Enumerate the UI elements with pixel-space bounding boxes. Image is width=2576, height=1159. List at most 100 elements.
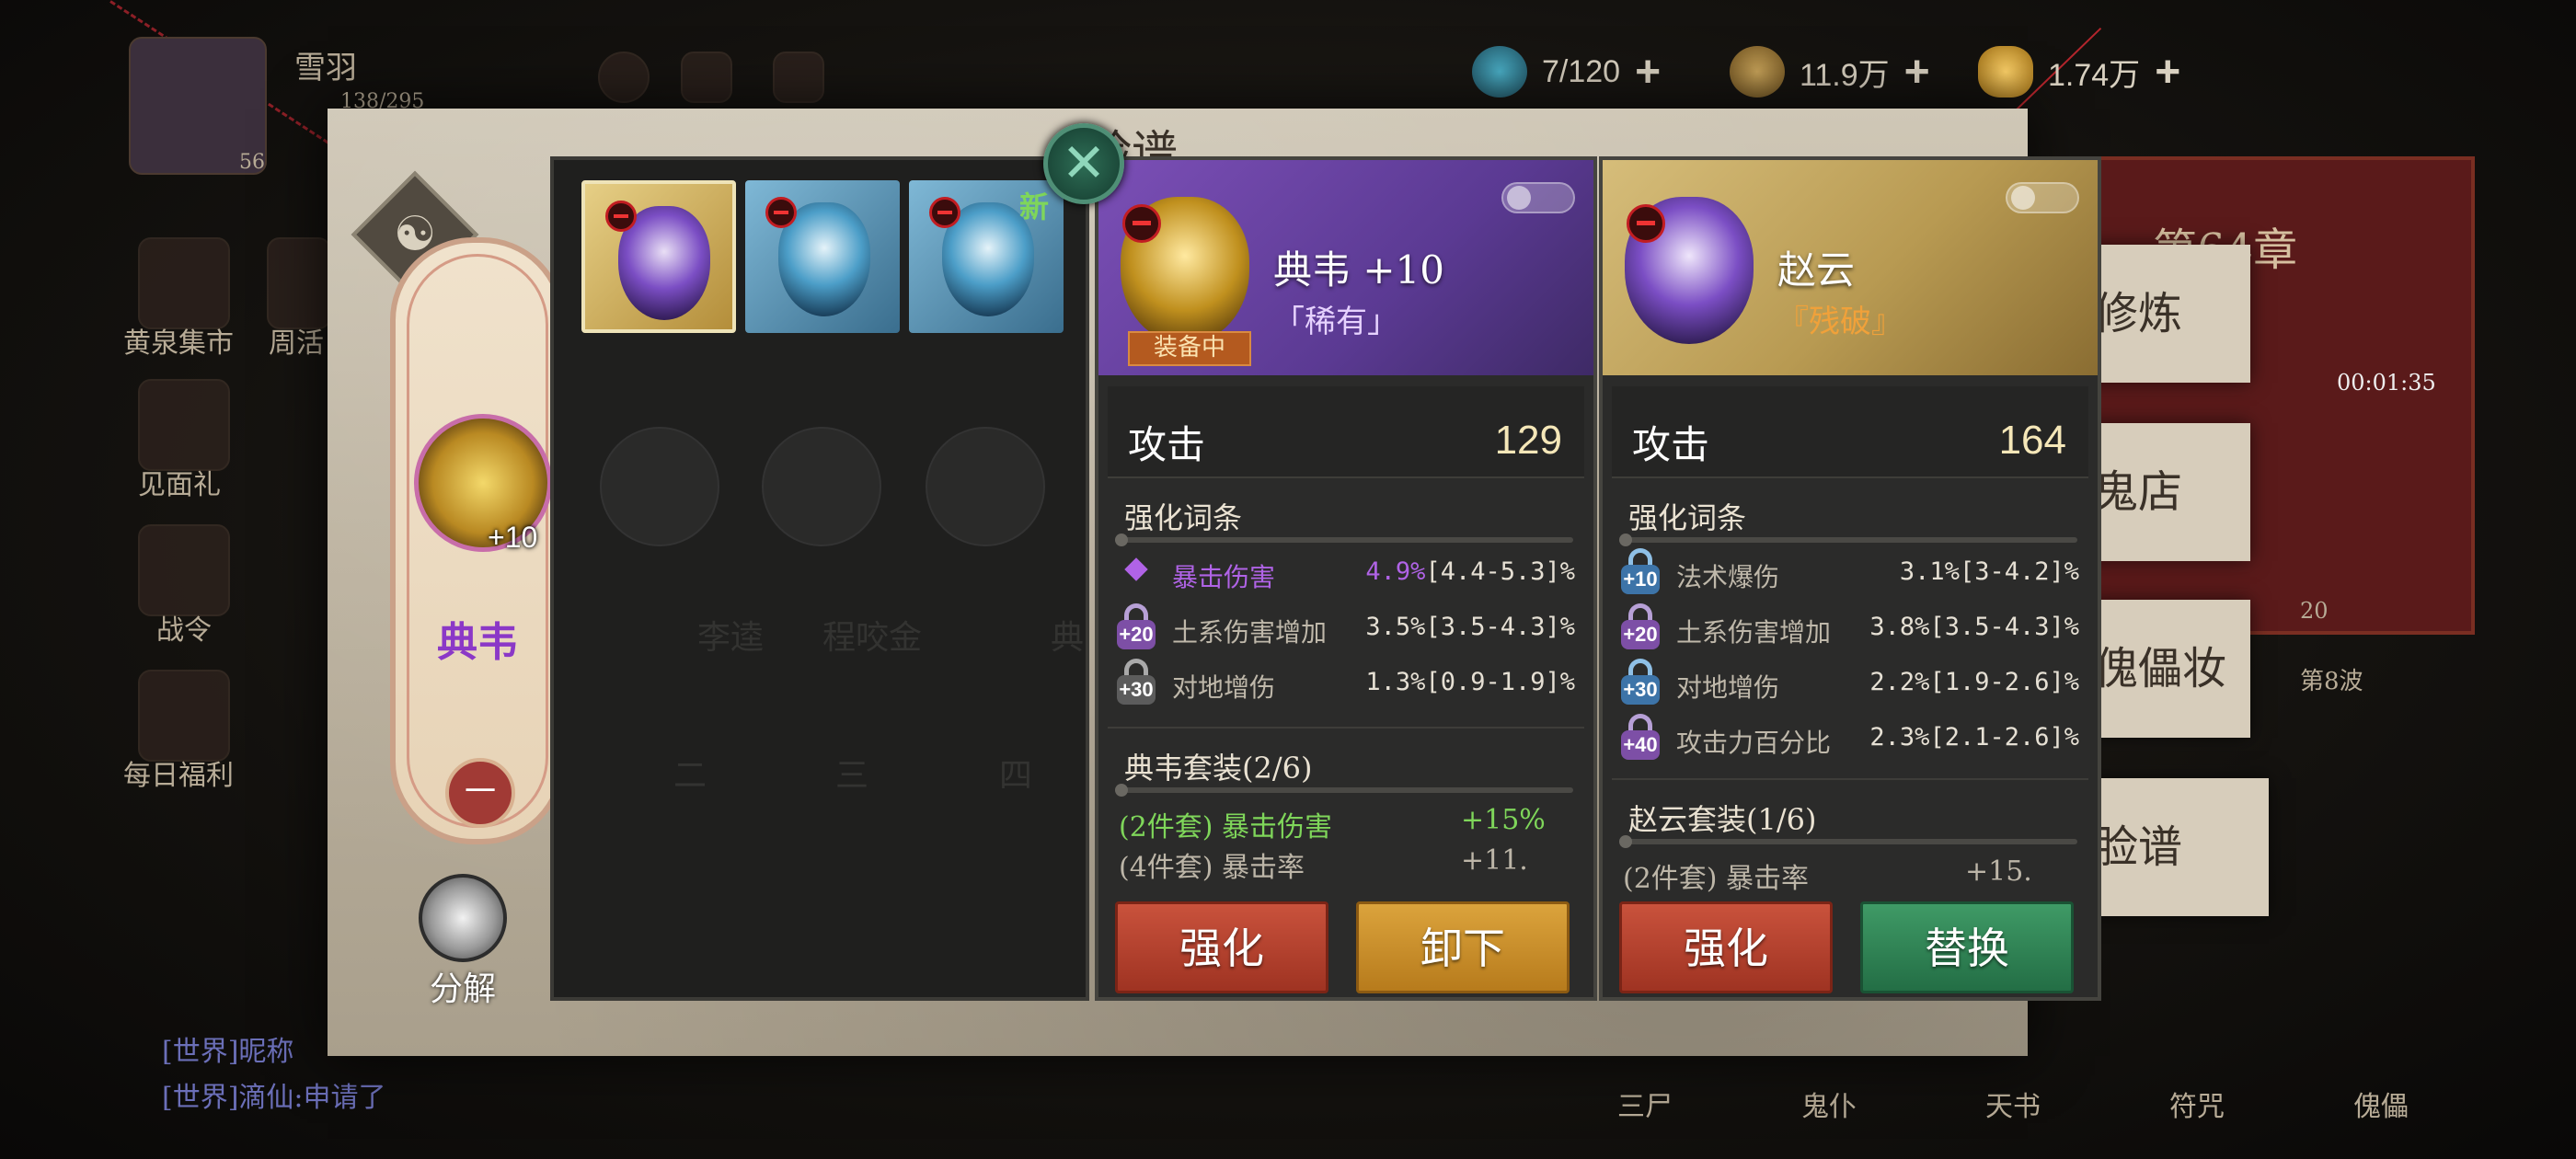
affix-name: 对地增伤 bbox=[1676, 672, 1780, 703]
enhance-button[interactable]: 强化 bbox=[1619, 901, 1833, 993]
equipped-mask-name: 典韦 +10 bbox=[1273, 247, 1444, 293]
ranking-icon[interactable] bbox=[681, 52, 732, 103]
battle-pass-icon[interactable] bbox=[138, 524, 230, 616]
gold-value: 1.74万 bbox=[2048, 57, 2141, 93]
affix-value: 3.5%[3.5-4.3]% bbox=[1365, 613, 1575, 641]
attack-label: 攻击 bbox=[1632, 422, 1710, 467]
bag-icon[interactable] bbox=[598, 52, 650, 103]
coin-resource: 11.9万 + bbox=[1730, 46, 1930, 98]
equipped-mask-card: 装备中 典韦 +10 「稀有」 攻击 129 强化词条 暴击伤害 4.9%[4.… bbox=[1095, 156, 1597, 1001]
affix-name: 土系伤害增加 bbox=[1676, 617, 1832, 648]
empty-mask-slot bbox=[926, 427, 1045, 546]
set-title: 典韦套装(2/6) bbox=[1124, 751, 1313, 786]
left-menu-battle-pass[interactable]: 战令 bbox=[156, 607, 212, 648]
slot-marker-icon bbox=[929, 197, 960, 228]
affix-range: [3.5-4.3]% bbox=[1425, 613, 1575, 641]
chapter-wave: 第8波 bbox=[2300, 668, 2363, 695]
bottom-nav-ghost-servant[interactable]: 鬼仆 bbox=[1801, 1084, 1857, 1124]
section-divider bbox=[1115, 534, 1573, 546]
set-bonus-line: (2件套) 暴击伤害 +15% bbox=[1119, 804, 1560, 844]
enhance-button[interactable]: 强化 bbox=[1115, 901, 1328, 993]
white-mask-icon bbox=[419, 874, 507, 962]
chat-line[interactable]: [世界]昵称 bbox=[162, 1028, 293, 1069]
card-header: 装备中 典韦 +10 「稀有」 bbox=[1098, 160, 1593, 375]
card-header: 赵云 『残破』 bbox=[1603, 160, 2098, 375]
affix-value: 2.2%[1.9-2.6]% bbox=[1869, 668, 2079, 696]
affix-value: 2.3%[2.1-2.6]% bbox=[1869, 723, 2079, 752]
market-icon[interactable] bbox=[138, 237, 230, 329]
left-menu-weekly[interactable]: 周活 bbox=[269, 320, 324, 361]
affix-name: 法术爆伤 bbox=[1676, 562, 1780, 592]
left-menu-daily-welfare[interactable]: 每日福利 bbox=[123, 752, 234, 793]
section-divider bbox=[1619, 534, 2077, 546]
lock-icon: +20 bbox=[1619, 603, 1662, 651]
affix-range: [4.4-5.3]% bbox=[1425, 557, 1575, 586]
slot-marker-icon bbox=[1122, 204, 1161, 243]
left-menu-gift[interactable]: 见面礼 bbox=[138, 462, 221, 502]
ghost-name: 典 bbox=[1051, 619, 1085, 657]
lock-icon: +30 bbox=[1619, 659, 1662, 706]
chat-line[interactable]: [世界]滴仙:申请了 bbox=[162, 1074, 386, 1115]
coin-value: 11.9万 bbox=[1800, 57, 1890, 93]
bottom-nav-heaven-book[interactable]: 天书 bbox=[1985, 1084, 2041, 1124]
chapter-timer: 00:01:35 bbox=[2337, 370, 2436, 396]
ghost-name: 程咬金 bbox=[822, 619, 923, 657]
equipped-mask-rarity: 「稀有」 bbox=[1273, 304, 1398, 340]
lock-level: +20 bbox=[1621, 620, 1660, 649]
affix-value: 4.9%[4.4-5.3]% bbox=[1365, 557, 1575, 586]
decompose-button[interactable]: 分解 bbox=[412, 874, 513, 1010]
mask-inventory-grid[interactable]: 李逵 程咬金 典 二 三 四 bbox=[550, 156, 1089, 1001]
attack-label: 攻击 bbox=[1128, 422, 1206, 467]
new-item-tag: 新 bbox=[1019, 189, 1050, 224]
lock-toggle[interactable] bbox=[1501, 182, 1575, 213]
affix-current: 1.3% bbox=[1365, 668, 1426, 696]
lock-icon: +10 bbox=[1619, 548, 1662, 596]
daily-welfare-icon[interactable] bbox=[138, 670, 230, 762]
bottom-nav-talisman[interactable]: 符咒 bbox=[2169, 1084, 2225, 1124]
affix-range: [3-4.2]% bbox=[1959, 557, 2079, 586]
lock-level: +10 bbox=[1621, 565, 1660, 594]
unequip-button[interactable]: 卸下 bbox=[1356, 901, 1570, 993]
stamina-value: 7/120 bbox=[1542, 53, 1621, 89]
mask-slot-scroll[interactable]: +10 典韦 一 bbox=[390, 237, 565, 844]
set-bonus-label: (2件套) 暴击率 bbox=[1623, 863, 1810, 895]
inventory-mask-dianwei[interactable] bbox=[581, 180, 736, 333]
set-bonus-amount: +15. bbox=[1965, 855, 2032, 888]
affix-range: [0.9-1.9]% bbox=[1425, 668, 1575, 696]
menu-icon[interactable] bbox=[773, 52, 824, 103]
slot-marker-icon bbox=[1627, 204, 1665, 243]
affix-current: 3.8% bbox=[1869, 613, 1930, 641]
equipped-status-badge: 装备中 bbox=[1128, 331, 1251, 366]
diamond-icon bbox=[1124, 557, 1148, 581]
add-stamina-button[interactable]: + bbox=[1635, 47, 1661, 98]
attack-value: 164 bbox=[1998, 418, 2066, 463]
lock-level: +40 bbox=[1621, 730, 1660, 760]
bottom-nav-sanshi[interactable]: 三尸 bbox=[1617, 1084, 1673, 1124]
lock-toggle[interactable] bbox=[2006, 182, 2079, 213]
close-icon: ✕ bbox=[1061, 132, 1107, 194]
add-gold-button[interactable]: + bbox=[2155, 47, 2180, 98]
slot-number-badge: 一 bbox=[445, 758, 515, 828]
copper-coin-icon bbox=[1730, 46, 1785, 98]
bottom-nav-puppet[interactable]: 傀儡 bbox=[2353, 1084, 2409, 1124]
lock-level: +20 bbox=[1117, 620, 1156, 649]
set-bonus-line: (4件套) 暴击率 +11. bbox=[1119, 844, 1560, 885]
left-menu-market[interactable]: 黄泉集市 bbox=[123, 320, 234, 361]
add-coin-button[interactable]: + bbox=[1904, 47, 1930, 98]
affix-value: 3.8%[3.5-4.3]% bbox=[1869, 613, 2079, 641]
player-level: 56 bbox=[239, 151, 265, 174]
affix-row: +20 土系伤害增加 3.8%[3.5-4.3]% bbox=[1619, 602, 2088, 653]
affix-name: 暴击伤害 bbox=[1172, 562, 1276, 592]
gift-icon[interactable] bbox=[138, 379, 230, 471]
inventory-mask-blue-1[interactable] bbox=[745, 180, 900, 333]
attack-value: 129 bbox=[1494, 418, 1562, 463]
ghost-slot: 三 bbox=[835, 757, 869, 795]
set-bonus-label: (2件套) 暴击伤害 bbox=[1119, 811, 1333, 843]
set-bonus-amount: +11. bbox=[1461, 844, 1528, 877]
set-bonus-label: (4件套) 暴击率 bbox=[1119, 852, 1305, 884]
lock-level: +30 bbox=[1621, 675, 1660, 705]
weekly-icon[interactable] bbox=[267, 237, 331, 329]
replace-button[interactable]: 替换 bbox=[1860, 901, 2074, 993]
attack-row: 攻击 164 bbox=[1612, 386, 2088, 478]
close-button[interactable]: ✕ bbox=[1043, 123, 1124, 204]
